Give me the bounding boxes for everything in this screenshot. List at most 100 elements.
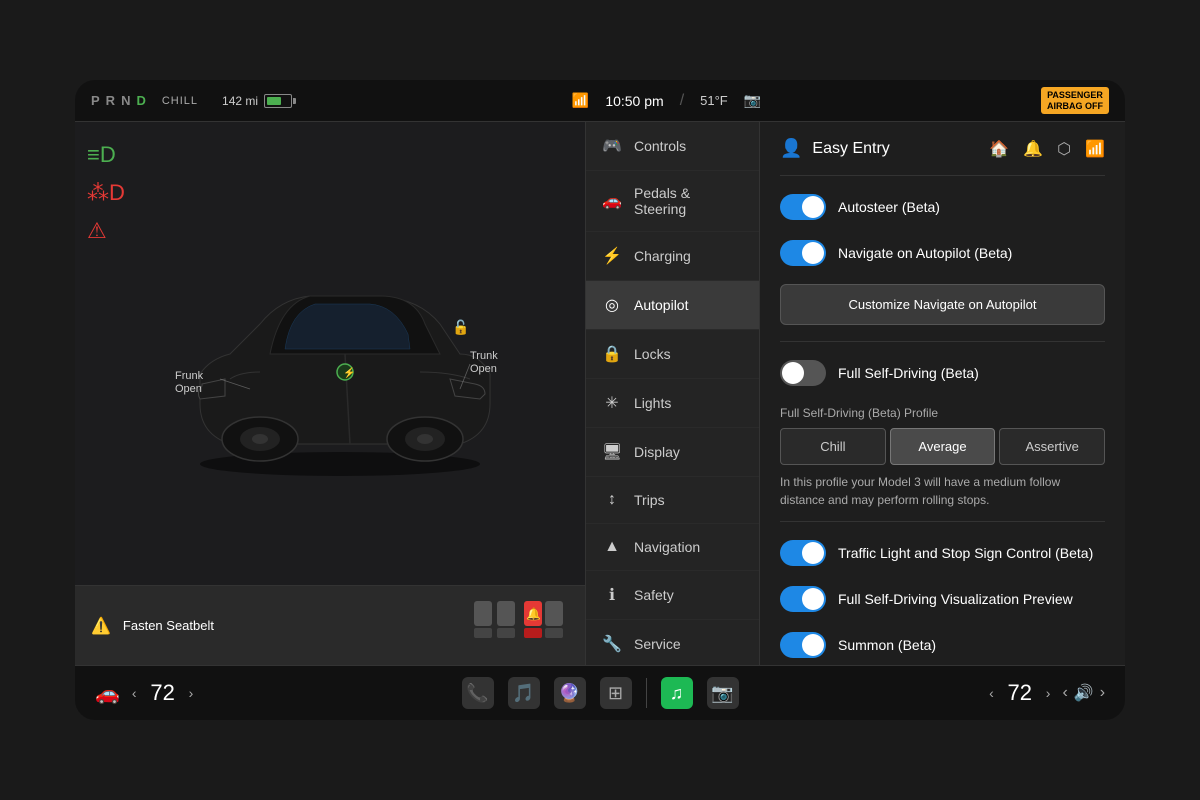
car-seat-thumbnail: 🔔 xyxy=(469,596,569,656)
menu-item-pedals[interactable]: 🚗 Pedals & Steering xyxy=(586,171,759,232)
left-panel: ≡D ⁂D ⚠ xyxy=(75,122,585,665)
temp-increase-right[interactable]: › xyxy=(1046,685,1051,701)
autopilot-icon: ◎ xyxy=(602,295,622,315)
taskbar-apps: 📞 🎵 🔮 ⊞ ♫ 📷 xyxy=(432,677,769,709)
settings-header: 👤 Easy Entry 🏠 🔔 ⬡ 📶 xyxy=(780,138,1105,159)
navigate-autopilot-label: Navigate on Autopilot (Beta) xyxy=(838,245,1012,261)
autosteer-row: Autosteer (Beta) xyxy=(780,184,1105,230)
autosteer-label: Autosteer (Beta) xyxy=(838,199,940,215)
bluetooth-icon[interactable]: ⬡ xyxy=(1057,139,1071,159)
safety-label: Safety xyxy=(634,587,674,603)
separator-3 xyxy=(780,521,1105,522)
fsd-viz-row: Full Self-Driving Visualization Preview xyxy=(780,576,1105,622)
safety-icon: ℹ xyxy=(602,585,622,605)
trips-icon: ↕ xyxy=(602,491,622,509)
status-center: 📶 10:50 pm / 51°F 📷 xyxy=(308,92,1025,110)
right-temp-value: 72 xyxy=(1002,680,1038,706)
summon-row: Summon (Beta) xyxy=(780,622,1105,665)
pedals-label: Pedals & Steering xyxy=(634,185,743,217)
drive-mode-badge: CHILL xyxy=(162,95,198,107)
prnd-display: P R N D xyxy=(91,93,146,108)
alert-area: ⚠️ Fasten Seatbelt 🔔 xyxy=(75,585,585,665)
fsd-toggle-thumb xyxy=(782,362,804,384)
settings-panel: 👤 Easy Entry 🏠 🔔 ⬡ 📶 Autosteer (Beta) xyxy=(760,122,1125,665)
trips-label: Trips xyxy=(634,492,665,508)
settings-title: Easy Entry xyxy=(812,140,889,158)
controls-label: Controls xyxy=(634,138,686,154)
menu-item-navigation[interactable]: ▲ Navigation xyxy=(586,524,759,571)
controls-icon: 🎮 xyxy=(602,136,622,156)
signal-icon[interactable]: 📶 xyxy=(1085,139,1105,159)
navigate-autopilot-row: Navigate on Autopilot (Beta) xyxy=(780,230,1105,276)
music-app[interactable]: 🎵 xyxy=(508,677,540,709)
menu-item-display[interactable]: 🖥 Display xyxy=(586,428,759,477)
navigate-autopilot-thumb xyxy=(802,242,824,264)
spotify-app[interactable]: ♫ xyxy=(661,677,693,709)
bell-icon[interactable]: 🔔 xyxy=(1023,139,1043,159)
gear-d: D xyxy=(136,93,145,108)
profile-average-btn[interactable]: Average xyxy=(890,428,996,465)
traffic-light-toggle[interactable] xyxy=(780,540,826,566)
gear-r: R xyxy=(106,93,115,108)
divider: / xyxy=(680,92,684,110)
main-screen: P R N D CHILL 142 mi 📶 10:50 pm / 51°F 📷… xyxy=(75,80,1125,720)
temp-decrease-left[interactable]: ‹ xyxy=(132,685,137,701)
customize-navigate-btn[interactable]: Customize Navigate on Autopilot xyxy=(780,284,1105,325)
menu-item-service[interactable]: 🔧 Service xyxy=(586,620,759,665)
profile-chill-btn[interactable]: Chill xyxy=(780,428,886,465)
status-bar: P R N D CHILL 142 mi 📶 10:50 pm / 51°F 📷… xyxy=(75,80,1125,122)
svg-text:⚡: ⚡ xyxy=(343,366,355,379)
profile-selector: Chill Average Assertive xyxy=(780,428,1105,465)
menu-item-locks[interactable]: 🔒 Locks xyxy=(586,330,759,379)
menu-item-trips[interactable]: ↕ Trips xyxy=(586,477,759,524)
separator-2 xyxy=(780,341,1105,342)
taskbar-divider xyxy=(646,678,647,708)
locks-icon: 🔒 xyxy=(602,344,622,364)
autosteer-toggle[interactable] xyxy=(780,194,826,220)
camera-app[interactable]: 📷 xyxy=(707,677,739,709)
header-left: 👤 Easy Entry xyxy=(780,138,890,159)
traffic-light-row: Traffic Light and Stop Sign Control (Bet… xyxy=(780,530,1105,576)
temp-increase-left[interactable]: › xyxy=(189,685,194,701)
menu-item-lights[interactable]: ✳ Lights xyxy=(586,379,759,428)
alert-text: Fasten Seatbelt xyxy=(123,618,214,633)
gear-p: P xyxy=(91,93,100,108)
outside-temp: 51°F xyxy=(700,93,728,108)
clock: 10:50 pm xyxy=(605,93,663,109)
summon-toggle[interactable] xyxy=(780,632,826,658)
camera-status-icon: 📷 xyxy=(744,92,761,109)
volume-increase-btn[interactable]: › xyxy=(1100,684,1105,702)
right-temp-control: ‹ 72 › xyxy=(989,680,1050,706)
summon-label: Summon (Beta) xyxy=(838,637,936,653)
fsd-label: Full Self-Driving (Beta) xyxy=(838,365,979,381)
seat-svg: 🔔 xyxy=(469,596,569,656)
svg-text:Open: Open xyxy=(470,363,497,375)
phone-app[interactable]: 📞 xyxy=(462,677,494,709)
nav-app[interactable]: 🔮 xyxy=(554,677,586,709)
menu-item-charging[interactable]: ⚡ Charging xyxy=(586,232,759,281)
home-icon[interactable]: 🏠 xyxy=(989,139,1009,159)
profile-assertive-btn[interactable]: Assertive xyxy=(999,428,1105,465)
fsd-viz-thumb xyxy=(802,588,824,610)
menu-item-autopilot[interactable]: ◎ Autopilot xyxy=(586,281,759,330)
summon-thumb xyxy=(802,634,824,656)
temp-decrease-right[interactable]: ‹ xyxy=(989,685,994,701)
car-svg: ⚡ Frunk Open Trunk Open 🔓 xyxy=(160,224,500,484)
gear-n: N xyxy=(121,93,130,108)
main-content: ≡D ⁂D ⚠ xyxy=(75,122,1125,665)
navigate-autopilot-toggle[interactable] xyxy=(780,240,826,266)
grid-app[interactable]: ⊞ xyxy=(600,677,632,709)
display-icon: 🖥 xyxy=(602,442,622,462)
fsd-toggle[interactable] xyxy=(780,360,826,386)
car-visualization: ⚡ Frunk Open Trunk Open 🔓 xyxy=(75,122,585,585)
menu-panel: 🎮 Controls 🚗 Pedals & Steering ⚡ Chargin… xyxy=(585,122,760,665)
svg-text:🔔: 🔔 xyxy=(526,607,541,621)
navigation-label: Navigation xyxy=(634,539,700,555)
traffic-light-thumb xyxy=(802,542,824,564)
volume-decrease-btn[interactable]: ‹ xyxy=(1062,684,1067,702)
volume-control: ‹ 🔊 › xyxy=(1062,683,1105,703)
menu-item-controls[interactable]: 🎮 Controls xyxy=(586,122,759,171)
menu-item-safety[interactable]: ℹ Safety xyxy=(586,571,759,620)
car-home-icon[interactable]: 🚗 xyxy=(95,681,120,706)
fsd-viz-toggle[interactable] xyxy=(780,586,826,612)
